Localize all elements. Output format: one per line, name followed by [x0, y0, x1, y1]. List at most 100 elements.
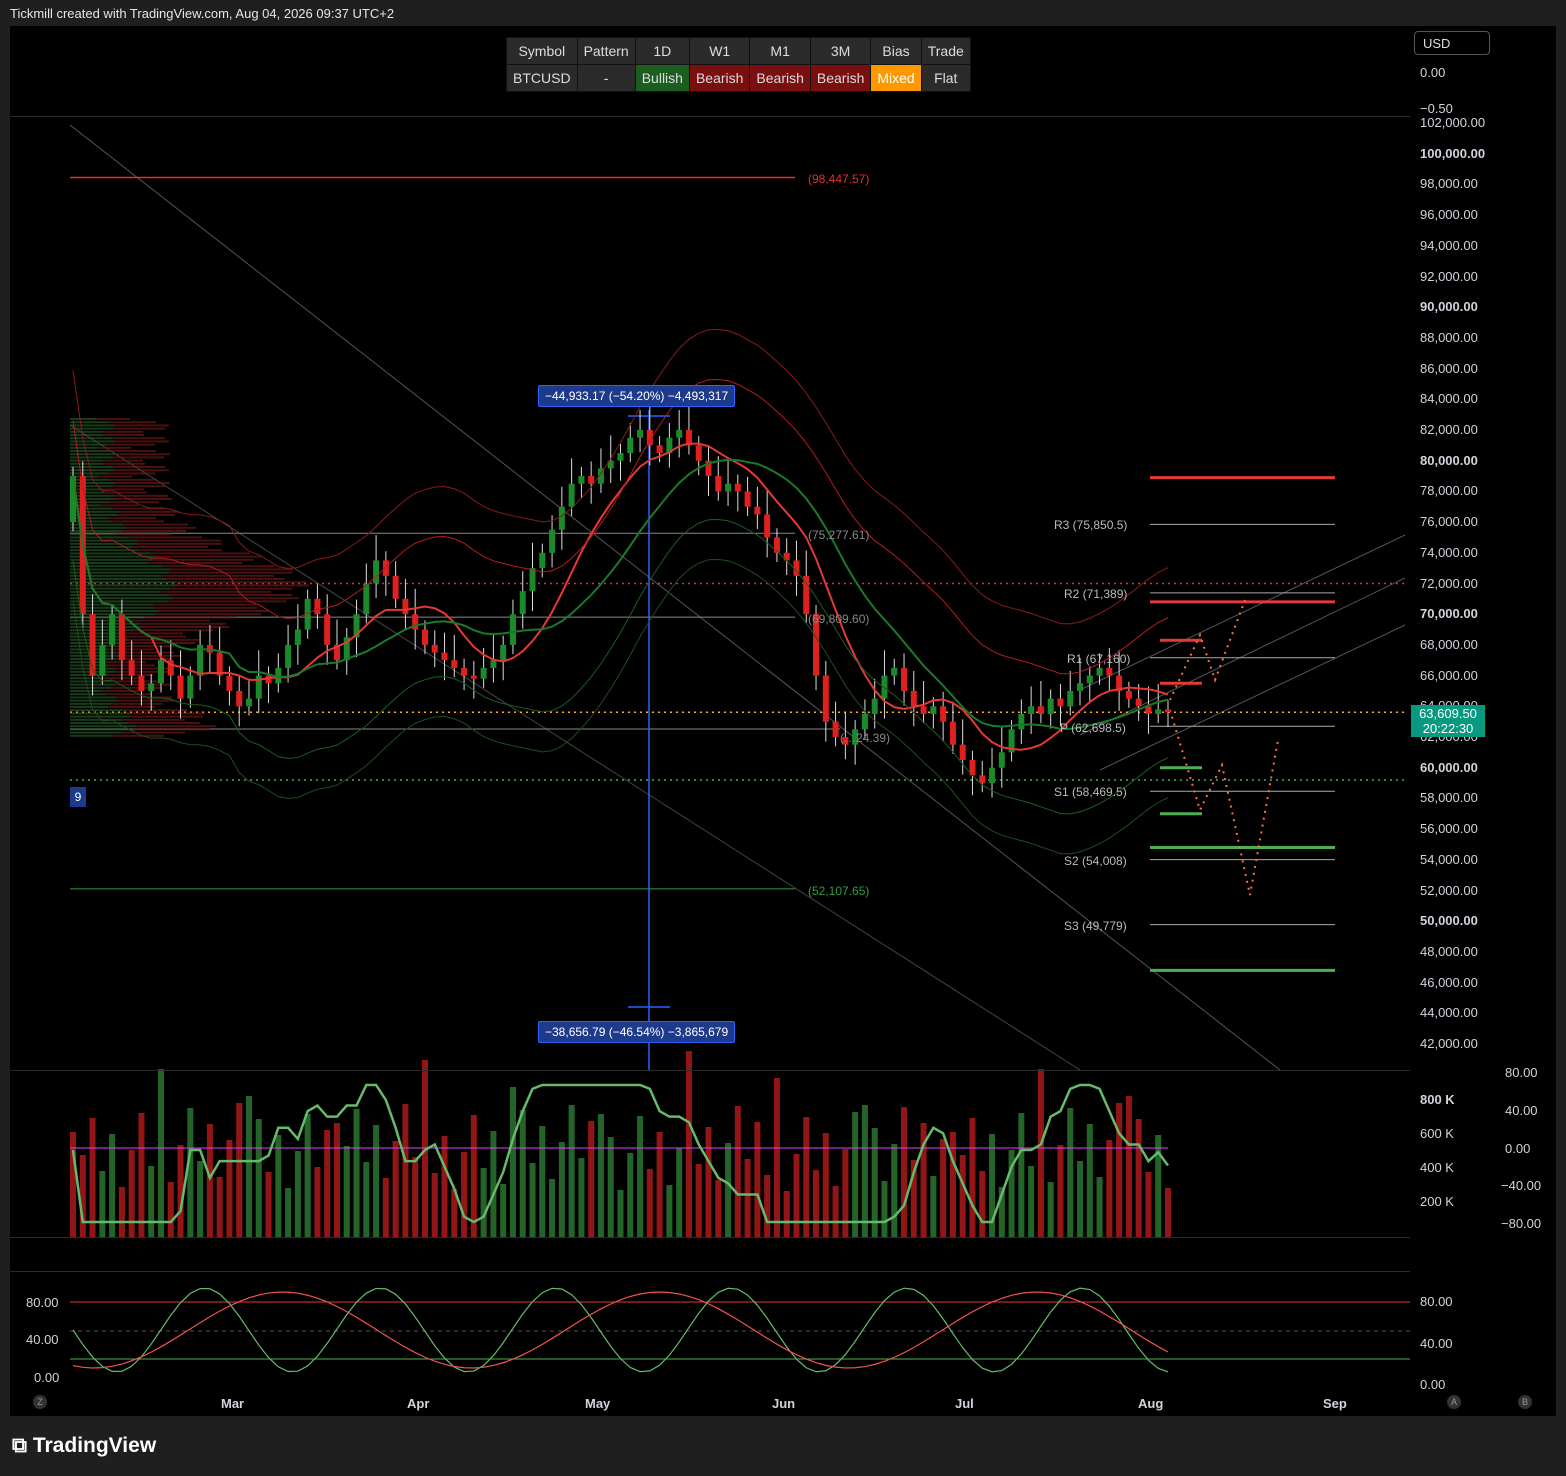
bias-summary-table: Symbol Pattern 1D W1 M1 3M Bias Trade BT…: [506, 37, 971, 92]
volume-profile-bar-up: [70, 533, 116, 536]
candle-body: [1125, 690, 1132, 699]
volume-bar: [607, 1137, 614, 1237]
reset-zoom-button[interactable]: Z: [33, 1395, 47, 1409]
candle-body: [148, 683, 155, 691]
volume-bar: [959, 1155, 966, 1237]
price-tick: 66,000.00: [1420, 667, 1478, 683]
volume-bar: [216, 1177, 223, 1237]
volume-profile-bar-up: [70, 626, 142, 628]
volume-profile-bar-up: [70, 731, 122, 734]
measure-label-top[interactable]: −44,933.17 (−54.20%) −4,493,317: [538, 385, 736, 407]
candle-body: [754, 506, 761, 515]
chart-canvas[interactable]: [0, 0, 1566, 1476]
candle-body: [1037, 706, 1044, 714]
volume-profile-bar-up: [70, 456, 113, 459]
volume-profile-bar-down: [126, 526, 196, 529]
currency-selector[interactable]: USD: [1414, 31, 1490, 55]
candle-body: [314, 598, 321, 615]
volume-profile-bar-down: [129, 715, 203, 718]
price-tick: 80,000.00: [1420, 452, 1478, 468]
volume-bar: [197, 1161, 204, 1237]
projection-down-path: [1169, 709, 1279, 896]
candle-body: [725, 483, 732, 492]
volume-profile-bar-down: [106, 693, 152, 696]
volume-profile-bar-down: [151, 552, 250, 555]
volume-profile-bar-up: [70, 526, 127, 529]
candle-body: [1047, 698, 1054, 714]
volume-bar: [1037, 1069, 1044, 1237]
pane-divider: [10, 1237, 1410, 1238]
volume-profile-bar-up: [70, 427, 113, 430]
measure-label-bottom[interactable]: −38,656.79 (−46.54%) −3,865,679: [538, 1021, 736, 1043]
left-price-tag: 9: [70, 787, 86, 807]
volume-bar: [930, 1176, 937, 1237]
candle-body: [1086, 675, 1093, 684]
volume-bar: [373, 1125, 380, 1237]
candle-body: [949, 721, 956, 745]
pivot-s3-label: S3 (49,779): [1064, 919, 1127, 933]
volume-bar: [187, 1108, 194, 1237]
volume-profile-bar-up: [70, 421, 109, 424]
candle-body: [373, 560, 380, 584]
volume-bar: [363, 1162, 370, 1237]
volume-profile-bar-down: [169, 594, 292, 596]
volume-bar: [500, 1184, 507, 1237]
volume-bar: [539, 1126, 546, 1237]
volume-profile-bar-down: [97, 446, 131, 449]
price-tick: 94,000.00: [1420, 237, 1478, 253]
log-scale-button[interactable]: B: [1518, 1395, 1532, 1409]
volume-bar: [167, 1182, 174, 1237]
candle-body: [549, 529, 556, 553]
volume-profile-bar-down: [97, 475, 132, 478]
volume-bar: [255, 1119, 262, 1237]
volume-bar: [744, 1159, 751, 1237]
candle-body: [402, 598, 409, 615]
candle-body: [382, 560, 389, 576]
volume-bar: [118, 1187, 125, 1237]
osc-axis-left-40: 40.00: [26, 1332, 59, 1347]
volume-bar: [803, 1117, 810, 1237]
volume-profile-bar-down: [161, 574, 274, 577]
stoch-d-line: [72, 1291, 1169, 1369]
volume-bar: [705, 1127, 712, 1237]
volume-bar: [304, 1114, 311, 1237]
th-pattern: Pattern: [576, 37, 636, 65]
volume-profile-bar-down: [166, 578, 284, 580]
pivot-r2-label: R2 (71,389): [1064, 587, 1128, 601]
volume-profile-bar-down: [115, 498, 172, 500]
volume-bar: [1047, 1182, 1054, 1237]
tradingview-logo: ⧉ TradingView: [12, 1434, 156, 1458]
auto-scale-button[interactable]: A: [1447, 1395, 1461, 1409]
volume-bar: [461, 1152, 468, 1237]
volume-bar: [783, 1191, 790, 1237]
volume-bar: [314, 1167, 321, 1237]
volume-profile-bar-down: [108, 421, 156, 424]
candle-body: [89, 614, 96, 676]
volume-profile-bar-down: [103, 462, 145, 465]
volume-profile-bar-down: [134, 629, 213, 632]
cci-axis-40: 40.00: [1505, 1103, 1538, 1118]
volume-profile-bar-down: [109, 478, 157, 481]
candle-body: [617, 453, 624, 461]
candle-body: [568, 483, 575, 507]
volume-bar: [441, 1136, 448, 1237]
candle-body: [363, 583, 370, 615]
price-tick: 58,000.00: [1420, 790, 1478, 806]
projection-up-path: [1169, 599, 1246, 701]
volume-profile-bar-up: [70, 482, 115, 484]
volume-bar: [852, 1112, 859, 1237]
volume-profile-bar-up: [70, 686, 112, 689]
volume-bar: [99, 1171, 106, 1237]
candle-body: [901, 667, 908, 691]
volume-bar: [509, 1087, 516, 1237]
volume-bar: [861, 1105, 868, 1237]
volume-profile-bar-down: [160, 590, 271, 593]
volume-profile-bar-down: [100, 504, 138, 507]
price-tick: 46,000.00: [1420, 974, 1478, 990]
candle-body: [637, 430, 644, 438]
volume-profile-bar-down: [121, 731, 185, 734]
candle-body: [627, 437, 634, 454]
pivot-p-label: P (62,698.5): [1060, 721, 1126, 735]
volume-profile-bar-down: [114, 469, 169, 472]
table-value-row: BTCUSD - Bullish Bearish Bearish Bearish…: [506, 64, 971, 92]
